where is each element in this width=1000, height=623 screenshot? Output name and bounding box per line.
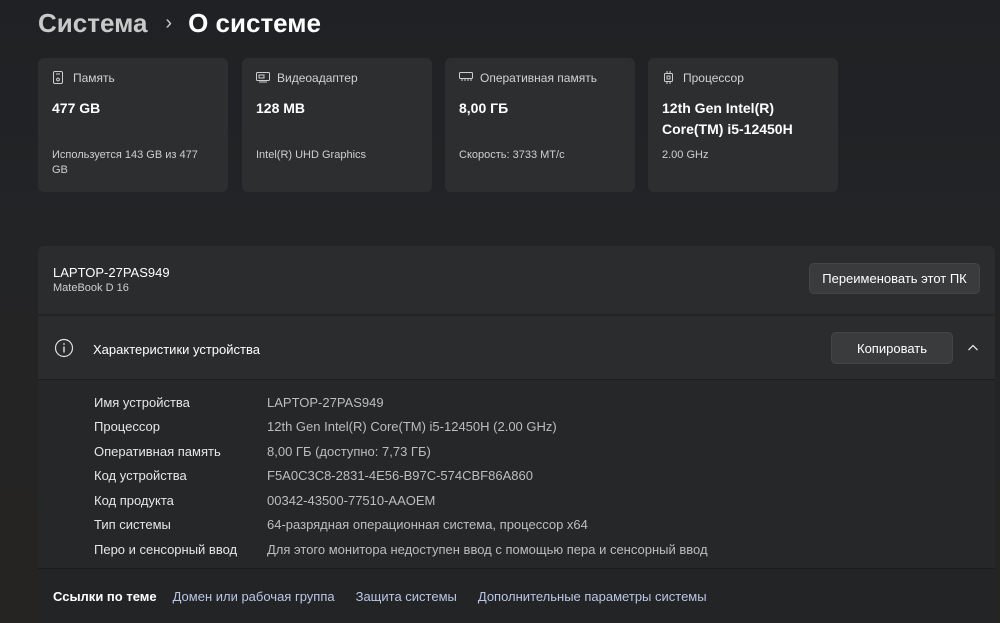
device-name: LAPTOP-27PAS949	[53, 265, 170, 280]
device-specifications-header[interactable]: Характеристики устройства Копировать	[38, 316, 995, 380]
spec-value: Для этого монитора недоступен ввод с пом…	[267, 541, 708, 557]
link-advanced-system-settings[interactable]: Дополнительные параметры системы	[478, 589, 707, 604]
card-value: 477 GB	[52, 100, 101, 116]
spec-row-pen-touch: Перо и сенсорный ввод Для этого монитора…	[94, 537, 708, 562]
card-title: Процессор	[683, 71, 744, 85]
link-system-protection[interactable]: Защита системы	[356, 589, 457, 604]
spec-label: Имя устройства	[94, 394, 190, 410]
spec-row-system-type: Тип системы 64-разрядная операционная си…	[94, 513, 708, 538]
spec-label: Код продукта	[94, 492, 174, 508]
processor-icon	[662, 71, 676, 85]
card-value: 128 MB	[256, 100, 306, 116]
spec-label: Код устройства	[94, 468, 187, 484]
spec-row-device-name: Имя устройства LAPTOP-27PAS949	[94, 390, 708, 415]
spec-label: Оперативная память	[94, 443, 221, 459]
related-links: Ссылки по теме Домен или рабочая группа …	[38, 568, 995, 623]
spec-label: Процессор	[94, 419, 160, 435]
card-value: 12th Gen Intel(R) Core(TM) i5-12450H	[662, 100, 793, 137]
card-title: Память	[73, 71, 115, 85]
spec-label: Тип системы	[94, 517, 171, 533]
spec-value: 64-разрядная операционная система, проце…	[267, 517, 588, 533]
device-name-panel: LAPTOP-27PAS949 MateBook D 16 Переименов…	[38, 246, 995, 314]
spec-value: LAPTOP-27PAS949	[267, 394, 384, 410]
card-title: Видеоадаптер	[277, 71, 358, 85]
card-subtitle: 2.00 GHz	[662, 149, 709, 161]
card-subtitle: Используется 143 GB из 477 GB	[52, 149, 198, 176]
spec-value: F5A0C3C8-2831-4E56-B97C-574CBF86A860	[267, 468, 533, 484]
card-ram[interactable]: Оперативная память 8,00 ГБ Скорость: 373…	[445, 58, 635, 192]
chevron-up-icon[interactable]	[967, 341, 979, 353]
device-specifications-title: Характеристики устройства	[93, 342, 260, 357]
breadcrumb: Система › О системе	[38, 8, 321, 38]
spec-row-device-id: Код устройства F5A0C3C8-2831-4E56-B97C-5…	[94, 464, 708, 489]
device-specifications-panel: Характеристики устройства Копировать Имя…	[38, 316, 995, 623]
spec-table: Имя устройства LAPTOP-27PAS949 Процессор…	[94, 390, 708, 562]
spec-value: 12th Gen Intel(R) Core(TM) i5-12450H (2.…	[267, 419, 557, 435]
card-processor[interactable]: Процессор 12th Gen Intel(R) Core(TM) i5-…	[648, 58, 838, 192]
spec-label: Перо и сенсорный ввод	[94, 541, 238, 557]
spec-row-processor: Процессор 12th Gen Intel(R) Core(TM) i5-…	[94, 415, 708, 440]
card-title: Оперативная память	[480, 71, 597, 85]
related-links-title: Ссылки по теме	[53, 588, 157, 604]
card-display-adapter[interactable]: Видеоадаптер 128 MB Intel(R) UHD Graphic…	[242, 58, 432, 192]
ram-icon	[459, 71, 473, 85]
card-subtitle: Intel(R) UHD Graphics	[256, 149, 367, 161]
spec-row-product-id: Код продукта 00342-43500-77510-AAOEM	[94, 488, 708, 513]
device-model: MateBook D 16	[53, 282, 129, 294]
card-storage[interactable]: Память 477 GB Используется 143 GB из 477…	[38, 58, 228, 192]
card-subtitle: Скорость: 3733 МТ/с	[459, 149, 565, 161]
page-title: О системе	[188, 7, 321, 38]
card-value: 8,00 ГБ	[459, 100, 509, 116]
display-adapter-icon	[256, 71, 270, 85]
link-domain-workgroup[interactable]: Домен или рабочая группа	[173, 589, 335, 604]
chevron-right-icon: ›	[165, 11, 173, 34]
copy-button[interactable]: Копировать	[831, 332, 953, 364]
rename-pc-button[interactable]: Переименовать этот ПК	[809, 263, 980, 294]
storage-icon	[52, 71, 66, 85]
spec-row-ram: Оперативная память 8,00 ГБ (доступно: 7,…	[94, 439, 708, 464]
info-icon	[54, 338, 74, 358]
spec-value: 00342-43500-77510-AAOEM	[267, 492, 436, 508]
spec-value: 8,00 ГБ (доступно: 7,73 ГБ)	[267, 443, 431, 459]
breadcrumb-parent[interactable]: Система	[38, 8, 147, 39]
